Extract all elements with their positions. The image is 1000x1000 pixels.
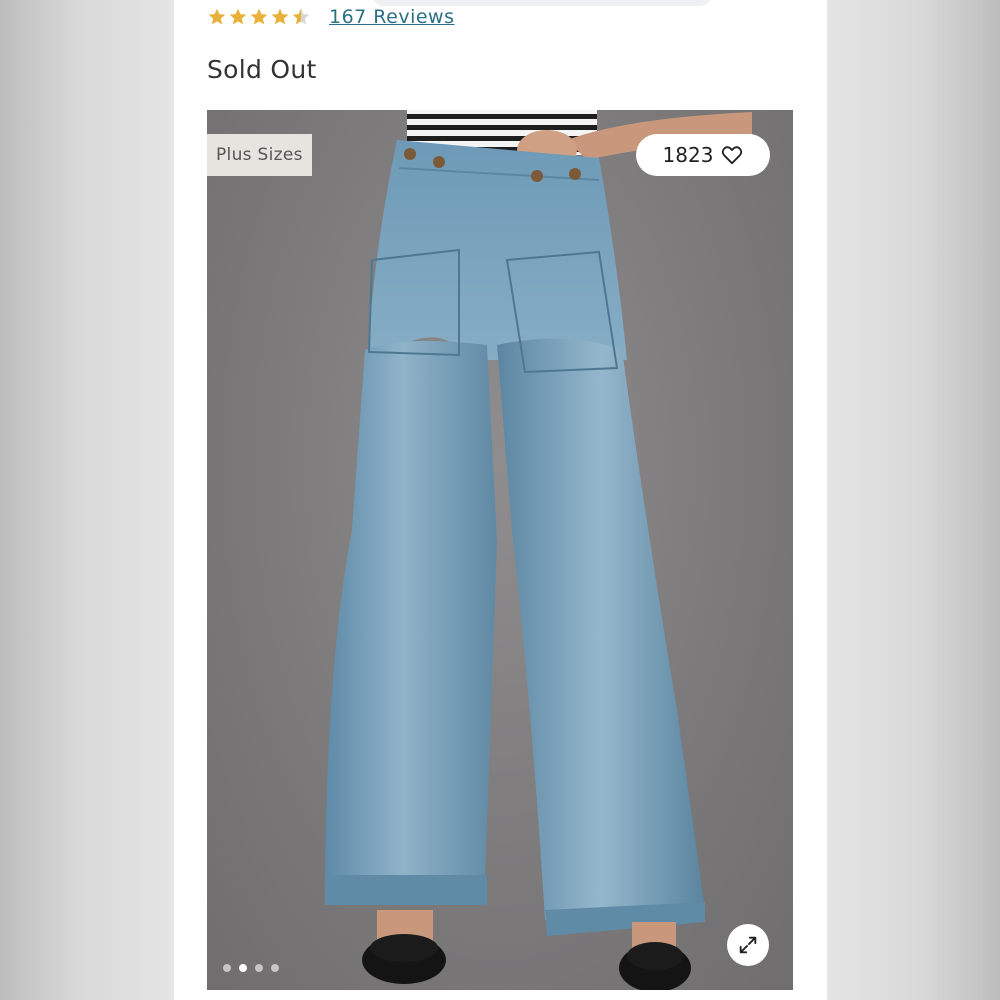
- stock-status: Sold Out: [207, 55, 317, 84]
- carousel-dots: [223, 964, 279, 972]
- star-icon: [271, 8, 289, 25]
- expand-image-button[interactable]: [727, 924, 769, 966]
- product-panel: 167 Reviews Sold Out Plus Sizes 1823: [174, 0, 827, 1000]
- carousel-dot[interactable]: [271, 964, 279, 972]
- favorite-button[interactable]: 1823: [636, 134, 770, 176]
- jeans-photo: [325, 110, 752, 990]
- rating-row: 167 Reviews: [207, 4, 455, 30]
- star-rating: [207, 7, 311, 27]
- carousel-dot[interactable]: [223, 964, 231, 972]
- star-icon: [250, 8, 268, 25]
- plus-sizes-badge: Plus Sizes: [207, 134, 312, 176]
- star-half-icon: [292, 8, 310, 25]
- like-count: 1823: [662, 143, 714, 167]
- reviews-link[interactable]: 167 Reviews: [329, 6, 455, 28]
- product-image[interactable]: Plus Sizes 1823: [207, 110, 793, 990]
- expand-icon: [739, 936, 757, 954]
- heart-icon: [722, 146, 743, 165]
- star-icon: [229, 8, 247, 25]
- carousel-dot-active[interactable]: [239, 964, 247, 972]
- star-icon: [208, 8, 226, 25]
- carousel-dot[interactable]: [255, 964, 263, 972]
